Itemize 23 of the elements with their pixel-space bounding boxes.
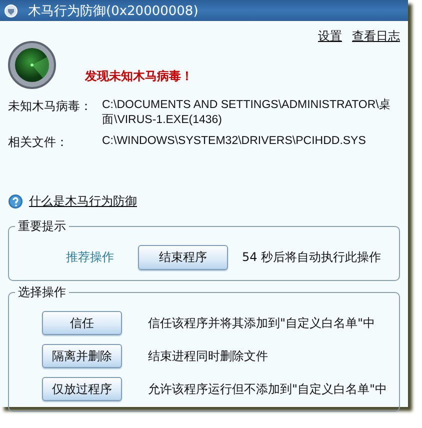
end-program-button[interactable]: 结束程序 bbox=[138, 245, 228, 270]
window-title: 木马行为防御(0x20000008) bbox=[28, 2, 198, 20]
countdown-text: 54 秒后将自动执行此操作 bbox=[242, 249, 382, 266]
header-link[interactable]: 设置 bbox=[318, 28, 342, 45]
shield-icon bbox=[4, 4, 18, 18]
header-link[interactable]: 查看日志 bbox=[352, 28, 400, 45]
radar-icon bbox=[7, 40, 57, 90]
detail-label: 相关文件： bbox=[8, 134, 69, 151]
detail-label: 未知木马病毒： bbox=[8, 98, 93, 115]
action-description: 允许该程序运行但不添加到"自定义白名单"中 bbox=[148, 380, 388, 398]
recommend-label: 推荐操作 bbox=[66, 249, 115, 266]
action-button[interactable]: 信任 bbox=[42, 311, 122, 335]
group-title: 选择操作 bbox=[15, 284, 69, 301]
group-title: 重要提示 bbox=[15, 218, 69, 235]
detail-value: C:\DOCUMENTS AND SETTINGS\ADMINISTRATOR\桌面\VIRUS-1.EXE(1436) bbox=[102, 98, 392, 128]
action-description: 信任该程序并将其添加到"自定义白名单"中 bbox=[148, 314, 376, 332]
action-button[interactable]: 隔离并删除 bbox=[42, 344, 122, 368]
action-button[interactable]: 仅放过程序 bbox=[42, 377, 122, 401]
detail-value: C:\WINDOWS\SYSTEM32\DRIVERS\PCIHDD.SYS bbox=[102, 134, 367, 149]
help-link[interactable]: 什么是木马行为防御 bbox=[29, 193, 137, 210]
action-description: 结束进程同时删除文件 bbox=[148, 348, 268, 364]
alert-message: 发现未知木马病毒！ bbox=[85, 68, 193, 85]
help-icon bbox=[8, 194, 23, 209]
